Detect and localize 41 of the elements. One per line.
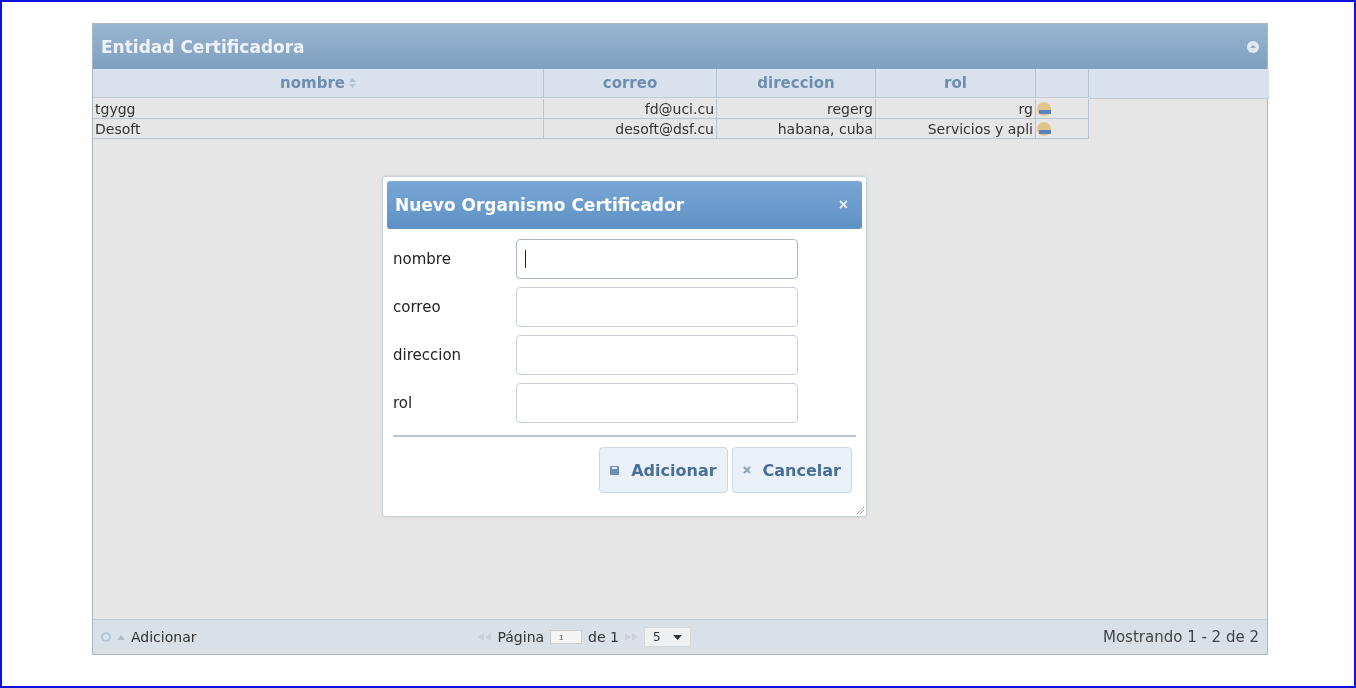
input-field[interactable] bbox=[516, 335, 798, 375]
page-total: de 1 bbox=[588, 629, 619, 645]
resize-icon[interactable] bbox=[857, 507, 864, 514]
close-button[interactable]: × bbox=[838, 196, 848, 214]
edit-icon[interactable] bbox=[1036, 101, 1052, 116]
input-field[interactable] bbox=[516, 383, 798, 423]
input-field[interactable] bbox=[516, 287, 798, 327]
add-button[interactable]: Adicionar bbox=[117, 629, 197, 645]
table-cell: rg bbox=[876, 99, 1036, 119]
dropdown-icon bbox=[672, 634, 682, 640]
table-cell: Desoft bbox=[93, 119, 544, 139]
page-label: Página bbox=[497, 629, 545, 645]
field-label: direccion bbox=[393, 346, 463, 364]
save-icon bbox=[610, 465, 620, 475]
record-count: Mostrando 1 - 2 de 2 bbox=[1103, 628, 1259, 646]
panel-title: Entidad Certificadora bbox=[101, 36, 305, 57]
field-label: correo bbox=[393, 298, 442, 316]
table-cell: habana, cuba bbox=[717, 119, 876, 139]
collapse-icon[interactable] bbox=[1247, 40, 1259, 53]
field-label: nombre bbox=[393, 250, 452, 268]
field-label: rol bbox=[393, 394, 414, 412]
sort-icon bbox=[348, 78, 356, 88]
table-cell: fd@uci.cu bbox=[544, 99, 717, 119]
input-field[interactable] bbox=[516, 239, 798, 279]
add-button[interactable]: Adicionar bbox=[599, 447, 728, 493]
close-icon bbox=[742, 466, 751, 474]
table-cell: desoft@dsf.cu bbox=[544, 119, 717, 139]
page-size-select[interactable]: 5 bbox=[643, 627, 691, 647]
dialog-title: Nuevo Organismo Certificador bbox=[395, 195, 685, 215]
column-header[interactable]: rol bbox=[876, 69, 1036, 98]
caret-icon bbox=[117, 634, 125, 640]
refresh-icon[interactable] bbox=[101, 632, 111, 642]
edit-icon[interactable] bbox=[1036, 121, 1052, 136]
column-header[interactable]: correo bbox=[544, 69, 717, 98]
column-header[interactable]: direccion bbox=[717, 69, 876, 98]
page-input[interactable]: 1 bbox=[550, 630, 583, 644]
table-cell: tgygg bbox=[93, 99, 544, 119]
table-cell: regerg bbox=[717, 99, 876, 119]
table-cell: Servicios y apli bbox=[876, 119, 1036, 139]
cancel-button[interactable]: Cancelar bbox=[731, 447, 852, 493]
column-header[interactable]: nombre bbox=[93, 69, 544, 98]
